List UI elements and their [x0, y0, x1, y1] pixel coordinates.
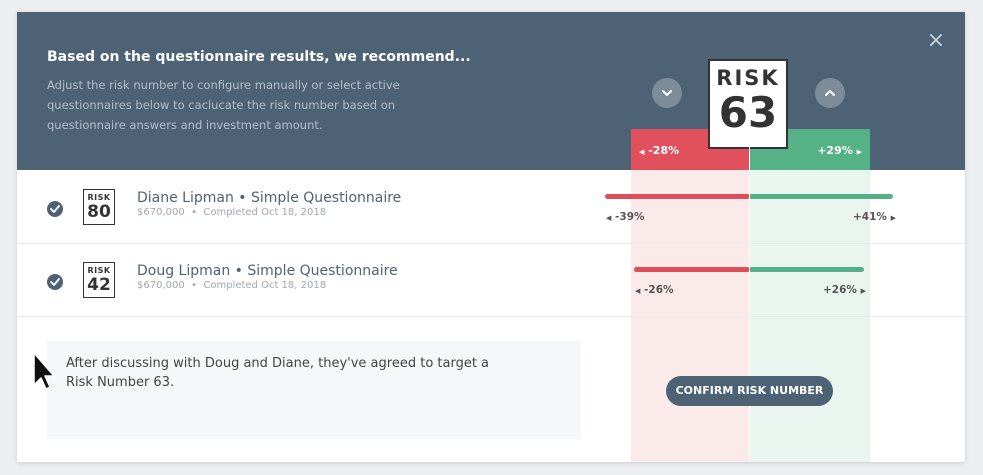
close-icon[interactable]: ×	[925, 30, 947, 52]
header-title: Based on the questionnaire results, we r…	[47, 49, 471, 65]
risk-badge: RISK 80	[83, 189, 115, 225]
increase-risk-button[interactable]	[815, 78, 845, 108]
low-pct: ◀ -39%	[606, 211, 645, 223]
risk-modal: Based on the questionnaire results, we r…	[17, 12, 965, 462]
negative-bar	[605, 194, 750, 199]
mouse-cursor-icon	[33, 352, 55, 390]
questionnaire-row[interactable]: RISK 42 Doug Lipman • Simple Questionnai…	[17, 244, 965, 317]
caret-left-icon: ◀	[639, 148, 645, 156]
caret-right-icon: ▶	[856, 148, 862, 156]
header-description: Adjust the risk number to configure manu…	[47, 78, 400, 132]
caret-left-icon: ◀	[606, 214, 612, 222]
positive-bar	[749, 267, 864, 272]
caret-right-icon: ▶	[860, 287, 866, 295]
high-pct: +26% ▶	[823, 284, 866, 296]
check-icon[interactable]	[47, 201, 63, 217]
caret-right-icon: ▶	[890, 214, 896, 222]
questionnaire-title: Diane Lipman • Simple Questionnaire	[137, 190, 402, 206]
chevron-down-icon	[662, 90, 672, 96]
chevron-up-icon	[825, 90, 835, 96]
center-divider	[749, 129, 750, 462]
questionnaire-row[interactable]: RISK 80 Diane Lipman • Simple Questionna…	[17, 171, 965, 244]
negative-bar	[634, 267, 750, 272]
note-text: After discussing with Doug and Diane, th…	[66, 356, 490, 390]
decrease-risk-button[interactable]	[652, 78, 682, 108]
risk-badge: RISK 42	[83, 262, 115, 298]
questionnaire-title: Doug Lipman • Simple Questionnaire	[137, 263, 398, 279]
positive-bar	[749, 194, 893, 199]
caret-left-icon: ◀	[635, 287, 641, 295]
check-icon[interactable]	[47, 274, 63, 290]
risk-label: RISK	[716, 66, 780, 90]
questionnaire-meta: $670,000 • Completed Oct 18, 2018	[137, 207, 327, 218]
confirm-risk-number-button[interactable]: CONFIRM RISK NUMBER	[666, 376, 833, 406]
advisor-note[interactable]: After discussing with Doug and Diane, th…	[47, 341, 581, 439]
risk-number: 63	[718, 88, 778, 137]
low-pct: ◀ -26%	[635, 284, 674, 296]
high-pct: +41% ▶	[853, 211, 896, 223]
questionnaire-meta: $670,000 • Completed Oct 18, 2018	[137, 280, 327, 291]
risk-number-card: RISK 63	[708, 59, 788, 149]
